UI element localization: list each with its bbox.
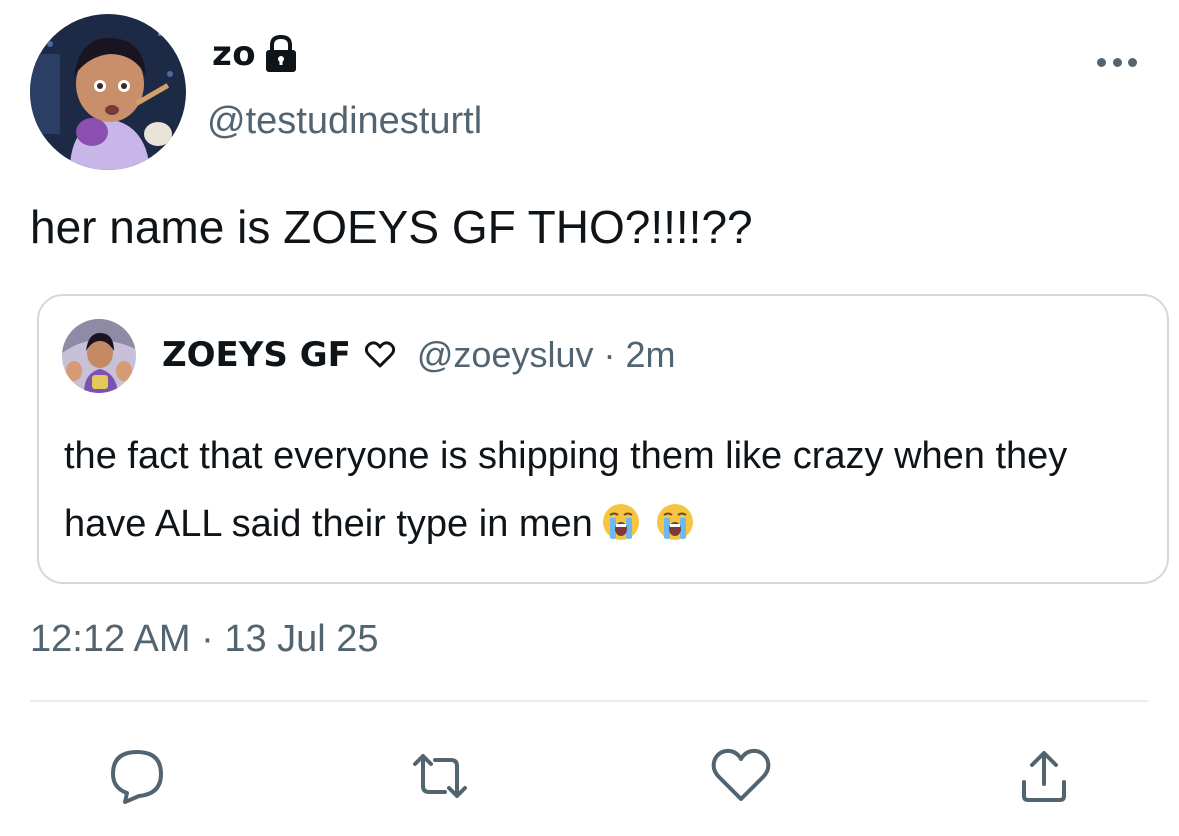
heart-icon: [364, 341, 395, 368]
dot-icon: [1097, 57, 1106, 67]
retweet-icon: [413, 754, 467, 798]
author-handle[interactable]: @testudinesturtl: [207, 102, 482, 140]
author-name-row: zo: [212, 34, 298, 74]
avatar-image: [62, 319, 136, 393]
reply-button[interactable]: [105, 744, 169, 808]
quoted-author-avatar[interactable]: [62, 319, 136, 393]
quoted-text: the fact that everyone is shipping them …: [64, 422, 1144, 558]
share-icon: [1022, 751, 1066, 802]
reply-icon: [111, 750, 163, 804]
quoted-time[interactable]: 2m: [625, 337, 675, 373]
loudly-crying-face-icon: [601, 496, 641, 540]
tweet-text: her name is ZOEYS GF THO?!!!!??: [30, 201, 753, 253]
avatar-image: [30, 14, 186, 170]
tweet-timestamp[interactable]: 12:12 AM · 13 Jul 25: [30, 620, 379, 658]
like-icon: [711, 748, 771, 801]
quoted-display-name[interactable]: ZOEYS GF: [162, 338, 351, 372]
more-options-icon[interactable]: [1097, 52, 1137, 72]
loudly-crying-face-icon: [655, 496, 695, 540]
author-display-name[interactable]: zo: [212, 37, 256, 71]
author-avatar[interactable]: [30, 14, 186, 170]
retweet-button[interactable]: [408, 744, 472, 808]
quoted-handle[interactable]: @zoeysluv: [417, 337, 594, 373]
separator: ·: [603, 334, 616, 375]
quoted-text-content: the fact that everyone is shipping them …: [64, 435, 1068, 545]
like-button[interactable]: [709, 744, 773, 808]
dot-icon: [1128, 57, 1137, 67]
divider: [30, 700, 1148, 702]
quoted-header: ZOEYS GF @zoeysluv · 2m: [162, 337, 675, 373]
dot-icon: [1112, 57, 1122, 67]
share-button[interactable]: [1012, 744, 1076, 808]
lock-icon: [266, 34, 297, 72]
